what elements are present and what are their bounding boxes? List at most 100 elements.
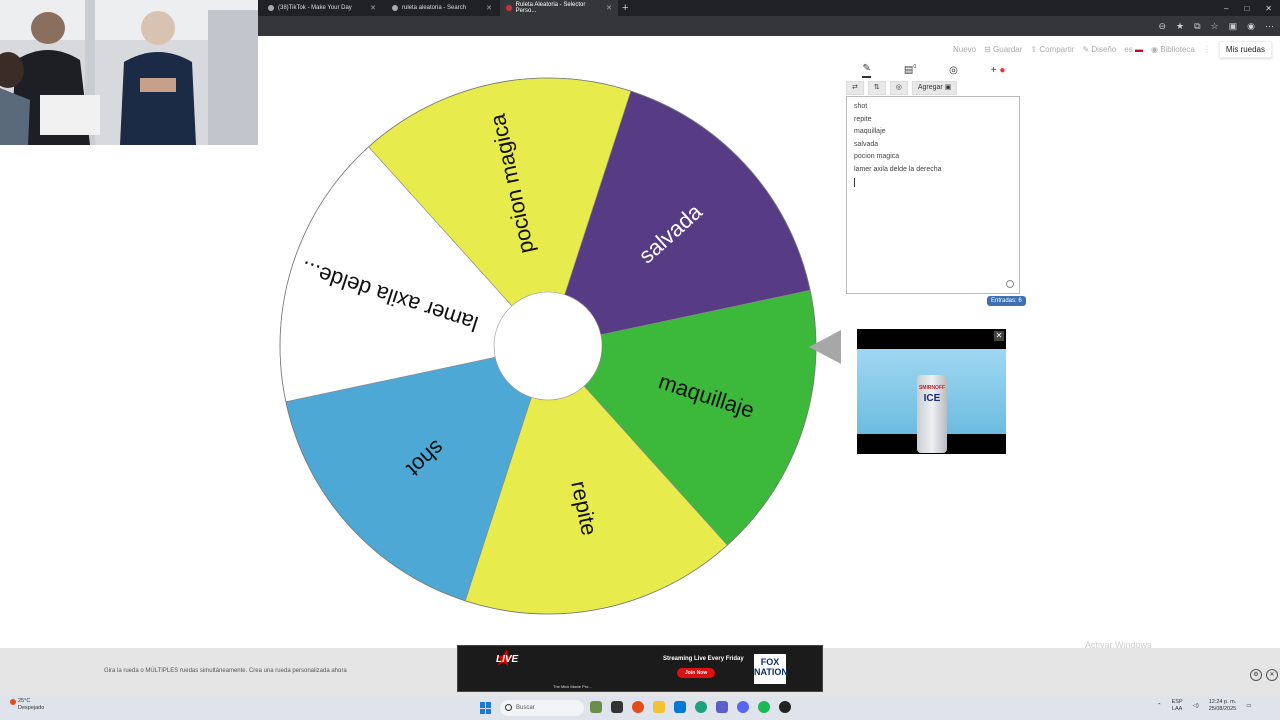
spotify-icon[interactable] [758,701,770,713]
ad-brand: SMIRNOFF [918,385,946,391]
entry-item[interactable]: lamer axila delde la derecha [854,164,1012,177]
chrome-icon[interactable] [632,701,644,713]
weather-widget[interactable]: 25°C Despejado [10,698,45,712]
panel-toolbar: ✎ ▤0 ◎ + ● [846,62,1022,78]
more-icon[interactable]: ⋯ [1265,21,1274,32]
ad-product: ICE [923,393,941,404]
save-link[interactable]: ⊟ Guardar [984,45,1022,54]
search-favicon-icon [392,5,398,11]
language-indicator[interactable]: ESP LAA [1172,699,1183,713]
tab-close-icon[interactable]: ✕ [486,4,492,12]
zoom-icon[interactable]: ⊖ [1158,21,1166,32]
weather-sun-icon [10,699,16,705]
share-link[interactable]: ⇪ Compartir [1030,45,1074,54]
webcam-overlay [0,0,258,145]
site-nav: Nuevo ⊟ Guardar ⇪ Compartir ✎ Diseño es … [953,40,1280,58]
close-circle-icon[interactable]: ✕ [1266,669,1278,681]
collections-icon[interactable]: ▣ [1229,21,1238,32]
ad-headline: Streaming Live Every Friday [663,656,744,662]
panel-actions: ⇄ ⇅ ◎ Agregar ▣ [846,81,958,95]
clipboard-icon[interactable]: ▤0 [904,64,916,75]
new-wheel-link[interactable]: Nuevo [953,45,976,54]
tab-label: (38)TikTok - Make Your Day [278,5,352,11]
taskview-icon[interactable] [611,701,623,713]
library-link[interactable]: ◉ Biblioteca [1151,45,1195,54]
entry-item[interactable]: pocion magica [854,151,1012,164]
entries-count-badge: Entradas: 6 [987,296,1026,306]
window-controls: – □ ✕ [1224,0,1272,16]
outlook-icon[interactable] [674,701,686,713]
tab-label: ruleta aleatoria - Search [402,5,467,11]
minimize-button[interactable]: – [1224,4,1228,13]
favorites-icon[interactable]: ☆ [1211,21,1219,32]
weather-temp: 25°C [18,698,31,704]
new-tab-button[interactable]: + [622,1,628,15]
resize-handle-icon[interactable] [1006,280,1014,288]
tray-expand-icon[interactable]: ⌃ [1157,703,1162,709]
fox-nation-logo: FOX NATION [754,654,788,684]
tab-search[interactable]: ruleta aleatoria - Search ✕ [386,0,498,16]
entry-item[interactable]: shot [854,101,1012,114]
language-selector[interactable]: es ▬ [1124,45,1143,54]
ad-tagline: The Mick Maxie Pro... [553,684,592,689]
clipboard-badge: 0 [913,64,917,71]
ad-banner[interactable]: SMIRNOFF ICE ✕ [857,329,1006,454]
volume-icon[interactable]: ◁) [1193,703,1199,709]
taskbar-apps [590,701,791,713]
tab-label: Ruleta Aleatoria - Selector Perso... [515,2,586,14]
text-caret [854,178,855,187]
tab-close-icon[interactable]: ✕ [370,4,376,12]
tab-close-icon[interactable]: ✕ [606,4,612,12]
my-wheels-button[interactable]: Mis ruedas [1218,40,1272,58]
bottom-ad-banner[interactable]: ★ LIVE The Mick Maxie Pro... Streaming Li… [457,645,823,692]
bookmark-star-icon[interactable]: ★ [1176,21,1184,32]
entry-item[interactable]: repite [854,114,1012,127]
search-icon [505,704,512,711]
design-link[interactable]: ✎ Diseño [1082,45,1116,54]
separator-icon: ⋮ [1202,44,1211,54]
extensions-icon[interactable]: ⧉ [1194,21,1200,32]
footer-description: Gira la rueda o MÚLTIPLES ruedas simultá… [104,668,347,674]
hide-icon[interactable]: ◎ [949,65,958,76]
live-logo: ★ LIVE [494,648,519,670]
pencil-icon[interactable]: ✎ [862,63,871,78]
join-now-button[interactable]: Join Now [677,668,716,678]
entry-item[interactable]: maquillaje [854,126,1012,139]
ad-close-icon[interactable]: ✕ [994,331,1004,341]
can-image: SMIRNOFF ICE [917,375,947,453]
notifications-icon[interactable]: ▭ [1246,703,1251,709]
wheel-favicon-icon [506,5,512,11]
folder-icon[interactable] [653,701,665,713]
start-button[interactable] [480,702,492,714]
tab-ruleta[interactable]: Ruleta Aleatoria - Selector Perso... ✕ [500,0,618,16]
obs-icon[interactable] [779,701,791,713]
add-entry-button[interactable]: Agregar ▣ [911,81,958,95]
weather-desc: Despejado [18,705,45,711]
corner-controls: ⚙ ✕ [1250,669,1278,681]
settings-circle-icon[interactable]: ⚙ [1250,669,1262,681]
ad-image: SMIRNOFF ICE [857,349,1006,453]
taskbar-app-icon[interactable] [590,701,602,713]
system-tray: ⌃ ESP LAA ◁) 12:24 p. m. 25/08/2025 ▭ [1157,699,1251,713]
palette-icon[interactable]: + ● [991,65,1006,76]
close-window-button[interactable]: ✕ [1265,4,1272,13]
taskbar-search-input[interactable]: Buscar [500,700,584,716]
teams-icon[interactable] [716,701,728,713]
shuffle-button[interactable]: ⇄ [846,81,864,95]
entry-item[interactable]: salvada [854,139,1012,152]
maximize-button[interactable]: □ [1244,4,1249,13]
edge-icon[interactable] [695,701,707,713]
webcam-people-image [0,0,258,145]
spain-flag-icon: ▬ [1134,44,1143,54]
tab-tiktok[interactable]: (38)TikTok - Make Your Day ✕ [262,0,382,16]
add-image-button[interactable]: ◎ [889,81,908,95]
browser-toolbar-icons: ⊖ ★ ⧉ ☆ ▣ ◉ ⋯ [1158,16,1274,36]
tiktok-favicon-icon [268,5,274,11]
activate-windows-watermark: Activar Windows [1085,640,1152,650]
wheel-pointer-arrow [809,330,841,364]
discord-icon[interactable] [737,701,749,713]
sort-button[interactable]: ⇅ [867,81,886,95]
profile-icon[interactable]: ◉ [1247,21,1255,32]
clock[interactable]: 12:24 p. m. 25/08/2025 [1209,699,1237,713]
entries-textarea[interactable]: shot repite maquillaje salvada pocion ma… [846,96,1020,294]
